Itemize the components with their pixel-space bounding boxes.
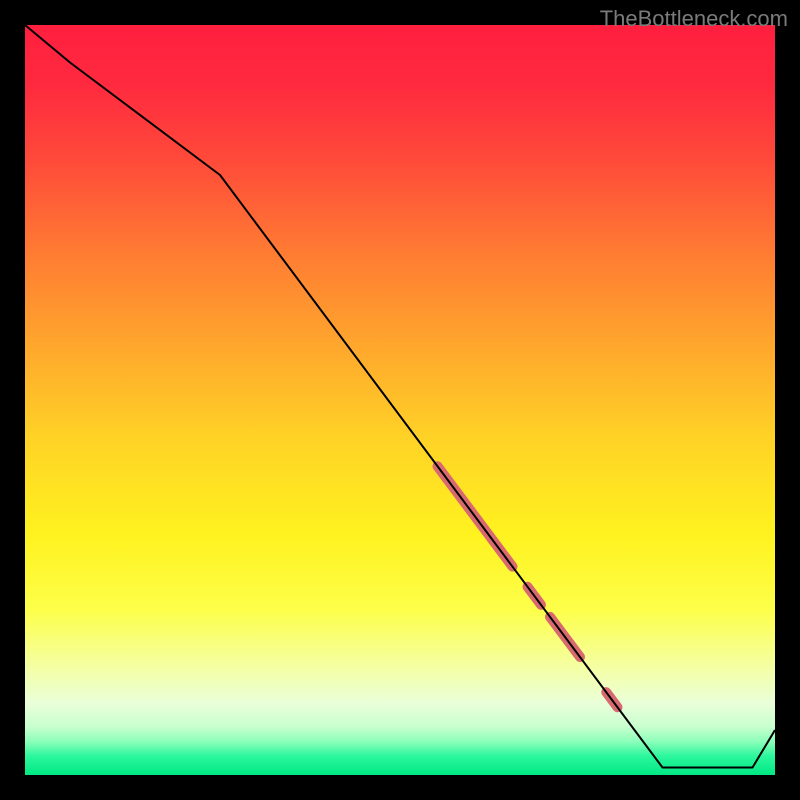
plot-area — [25, 25, 775, 775]
watermark-text: TheBottleneck.com — [600, 6, 788, 32]
chart-outer-frame: TheBottleneck.com — [0, 0, 800, 800]
chart-svg — [25, 25, 775, 775]
gradient-background — [25, 25, 775, 775]
